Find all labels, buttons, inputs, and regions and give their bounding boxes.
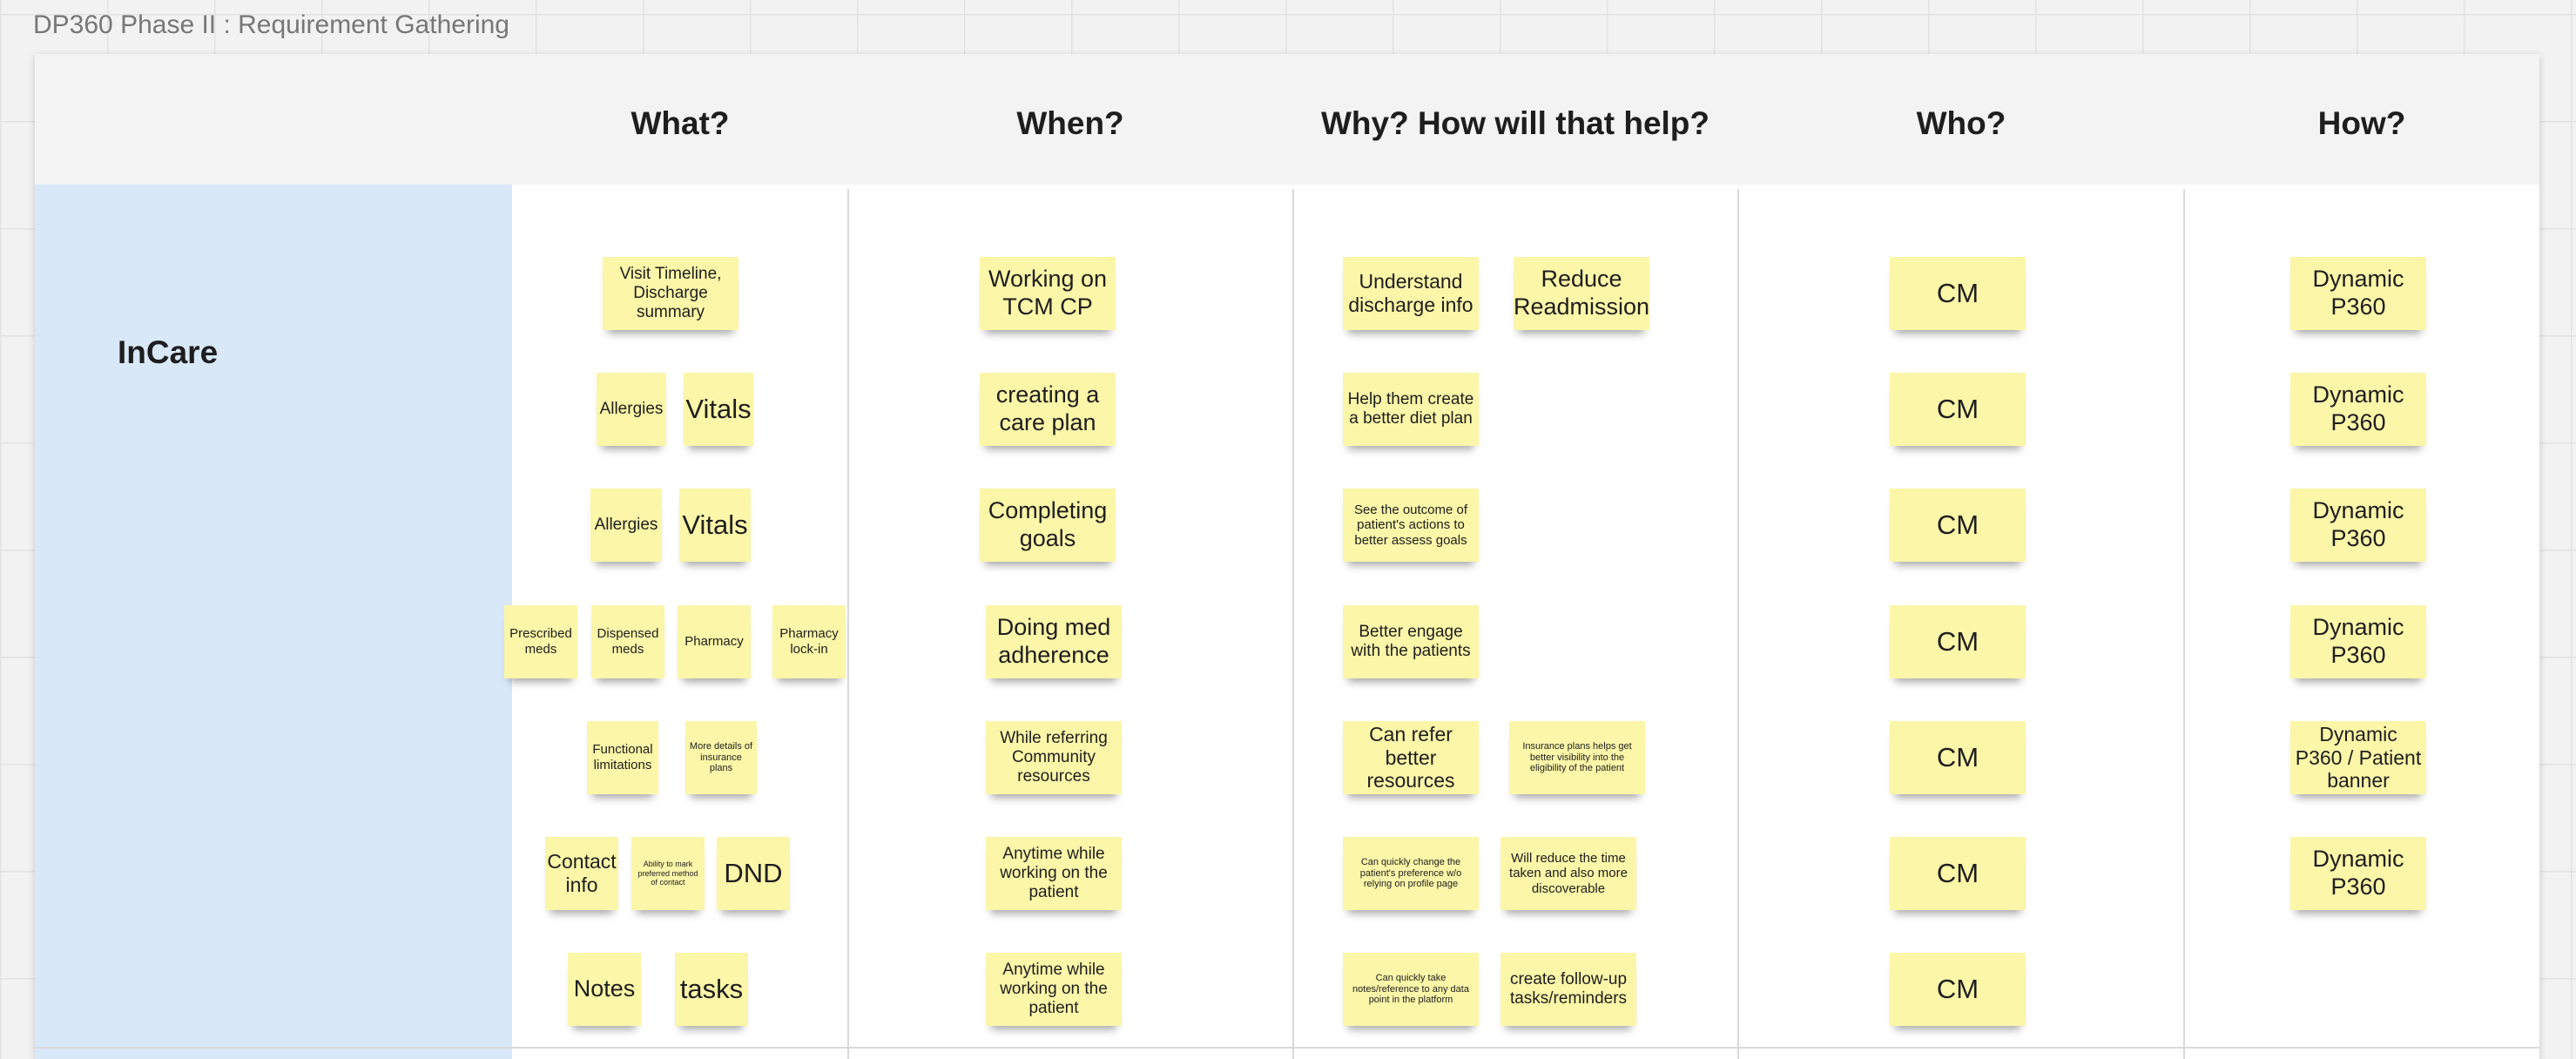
sticky-note-what[interactable]: Pharmacy lock-in [772,605,846,678]
row-label-band [35,185,512,1059]
column-header-why: Why? How will that help? [1320,105,1710,141]
sticky-note-why[interactable]: Can quickly take notes/reference to any … [1343,953,1479,1026]
sticky-note-why[interactable]: create follow-up tasks/reminders [1500,953,1636,1026]
sticky-note-who[interactable]: CM [1890,953,2026,1026]
sticky-note-how[interactable]: Dynamic P360 / Patient banner [2290,721,2426,794]
sticky-note-who[interactable]: CM [1890,837,2026,910]
column-divider [847,189,849,1059]
sticky-note-why[interactable]: Help them create a better diet plan [1343,373,1479,446]
sticky-note-when[interactable]: While referring Community resources [986,721,1122,794]
sticky-note-what[interactable]: Notes [568,953,641,1026]
sticky-note-why[interactable]: Understand discharge info [1343,257,1479,330]
sticky-note-why[interactable]: Reduce Readmission [1514,257,1649,330]
column-header-when: When? [1016,105,1124,141]
sticky-note-who[interactable]: CM [1890,489,2026,562]
sticky-note-when[interactable]: creating a care plan [980,373,1116,446]
sticky-note-how[interactable]: Dynamic P360 [2290,373,2426,446]
column-divider [2183,189,2185,1059]
sticky-note-what[interactable]: Functional limitations [587,721,658,794]
sticky-note-what[interactable]: DND [717,837,790,910]
sticky-note-why[interactable]: Will reduce the time taken and also more… [1500,837,1636,910]
sticky-note-when[interactable]: Anytime while working on the patient [986,837,1122,910]
sticky-note-what[interactable]: tasks [675,953,748,1026]
column-header-how: How? [2317,105,2406,141]
sticky-note-who[interactable]: CM [1890,257,2026,330]
sticky-note-why[interactable]: Can refer better resources [1343,721,1479,794]
sticky-note-how[interactable]: Dynamic P360 [2290,257,2426,330]
sticky-note-what[interactable]: Pharmacy [678,605,751,678]
column-divider [1292,189,1294,1059]
sticky-note-who[interactable]: CM [1890,373,2026,446]
sticky-note-what[interactable]: Ability to mark preferred method of cont… [631,837,705,910]
sticky-note-what[interactable]: Contact info [545,837,618,910]
sticky-note-when[interactable]: Working on TCM CP [980,257,1116,330]
sticky-note-what[interactable]: Allergies [597,373,666,446]
sticky-note-how[interactable]: Dynamic P360 [2290,837,2426,910]
sticky-note-why[interactable]: See the outcome of patient's actions to … [1343,489,1479,562]
column-header-what: What? [631,105,730,141]
sticky-note-when[interactable]: Anytime while working on the patient [986,953,1122,1026]
column-header-who: Who? [1916,105,2006,141]
sticky-note-why[interactable]: Better engage with the patients [1343,605,1479,678]
sticky-note-what[interactable]: Vitals [679,489,751,562]
sticky-note-what[interactable]: Allergies [590,489,662,562]
sticky-note-why[interactable]: Can quickly change the patient's prefere… [1343,837,1479,910]
sticky-note-when[interactable]: Doing med adherence [986,605,1122,678]
row-divider [35,1047,2539,1049]
board-title: DP360 Phase II : Requirement Gathering [33,10,509,39]
column-divider [1737,189,1739,1059]
sticky-note-who[interactable]: CM [1890,721,2026,794]
sticky-note-how[interactable]: Dynamic P360 [2290,489,2426,562]
sticky-note-why[interactable]: Insurance plans helps get better visibil… [1509,721,1645,794]
sticky-note-who[interactable]: CM [1890,605,2026,678]
requirements-frame[interactable]: InCare What? When? Why? How will that he… [35,54,2539,1059]
sticky-note-what[interactable]: Dispensed meds [591,605,664,678]
sticky-note-what[interactable]: Visit Timeline, Discharge summary [603,257,738,330]
sticky-note-what[interactable]: Prescribed meds [504,605,577,678]
sticky-note-how[interactable]: Dynamic P360 [2290,605,2426,678]
sticky-note-what[interactable]: More details of insurance plans [685,721,757,794]
row-label: InCare [118,334,219,370]
sticky-note-when[interactable]: Completing goals [980,489,1116,562]
sticky-note-what[interactable]: Vitals [684,373,753,446]
